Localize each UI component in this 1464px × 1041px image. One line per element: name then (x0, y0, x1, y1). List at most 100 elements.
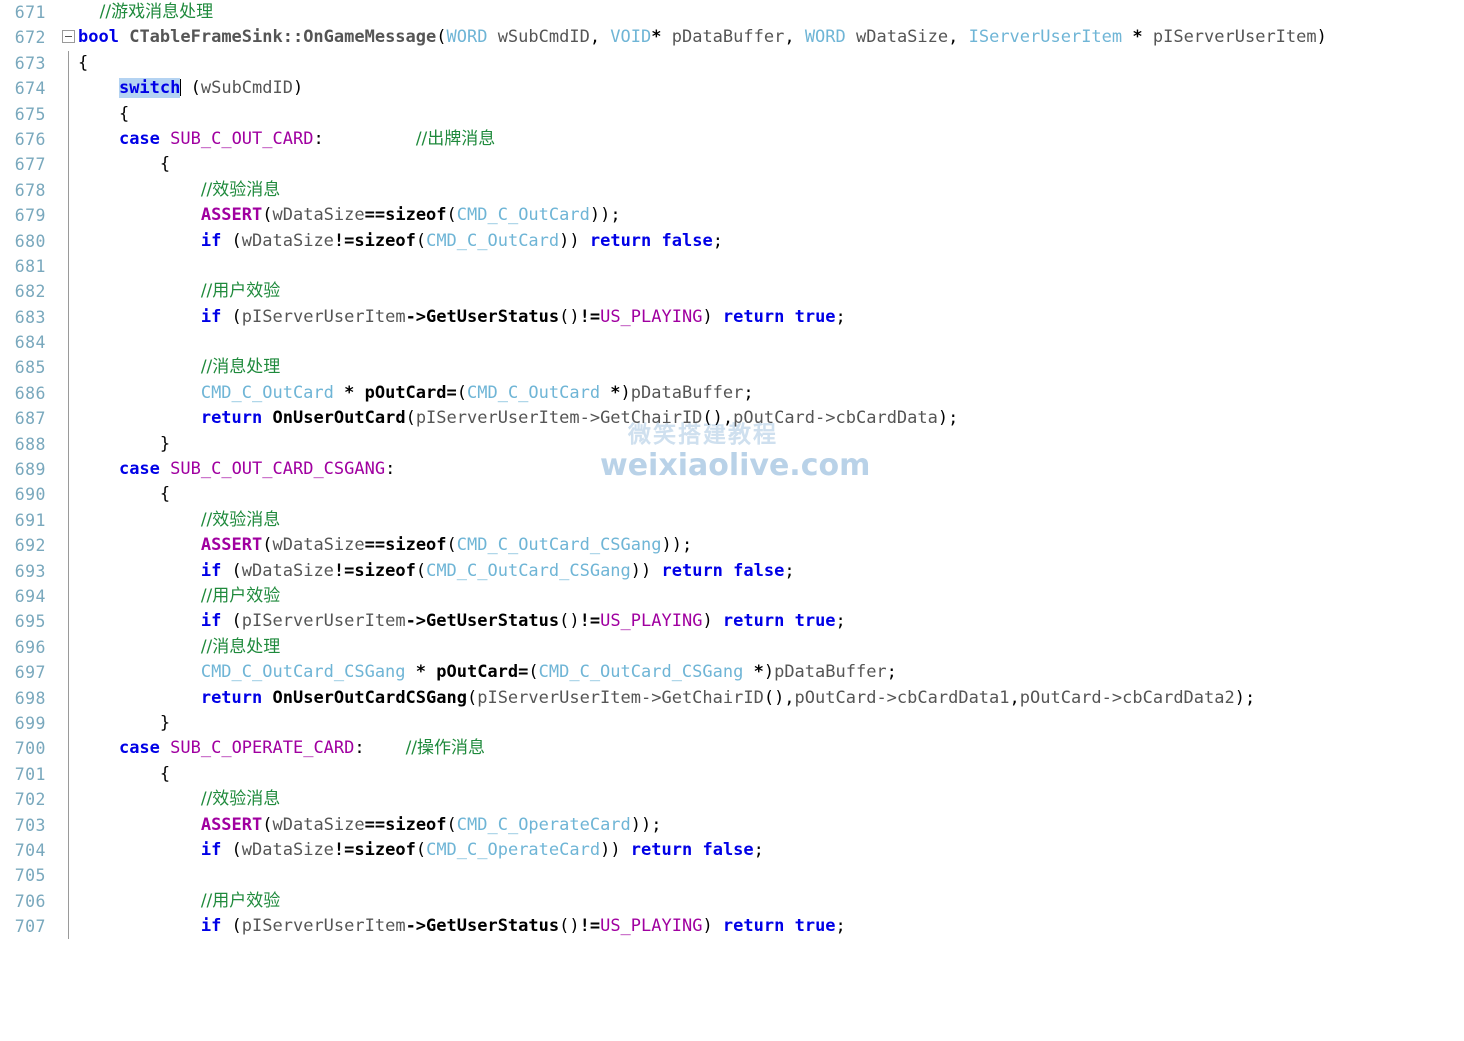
line-content[interactable]: //消息处理 (78, 635, 280, 660)
code-line[interactable]: 707 if (pIServerUserItem->GetUserStatus(… (0, 914, 1464, 940)
fold-margin[interactable] (60, 837, 76, 864)
fold-margin[interactable] (60, 685, 76, 711)
code-line[interactable]: 688 } (0, 431, 1464, 458)
code-line[interactable]: 684 (0, 330, 1464, 356)
code-line[interactable]: 673 { (0, 50, 1464, 77)
code-line[interactable]: 676 case SUB_C_OUT_CARD: //出牌消息 (0, 126, 1464, 153)
fold-margin[interactable] (60, 457, 76, 483)
fold-margin[interactable] (60, 304, 76, 331)
line-content[interactable]: ASSERT(wDataSize==sizeof(CMD_C_OutCard))… (78, 203, 621, 228)
line-content[interactable]: ASSERT(wDataSize==sizeof(CMD_C_OperateCa… (78, 813, 662, 838)
code-line[interactable]: 705 (0, 863, 1464, 889)
fold-margin[interactable] (60, 203, 76, 229)
code-line[interactable]: 685 //消息处理 (0, 355, 1464, 381)
line-content[interactable]: ASSERT(wDataSize==sizeof(CMD_C_OutCard_C… (78, 533, 692, 558)
code-line[interactable]: 681 (0, 253, 1464, 280)
line-content[interactable]: CMD_C_OutCard_CSGang * pOutCard=(CMD_C_O… (78, 660, 897, 685)
fold-margin[interactable] (60, 761, 76, 788)
fold-margin[interactable] (60, 507, 76, 534)
line-content[interactable]: //效验消息 (78, 508, 280, 533)
line-content[interactable]: case SUB_C_OPERATE_CARD: //操作消息 (78, 736, 485, 761)
code-line[interactable]: 672 bool CTableFrameSink::OnGameMessage(… (0, 25, 1464, 50)
fold-margin[interactable] (60, 101, 76, 127)
line-content[interactable]: if (pIServerUserItem->GetUserStatus()!=U… (78, 914, 846, 939)
line-content[interactable]: //消息处理 (78, 355, 280, 380)
line-content[interactable]: //效验消息 (78, 787, 280, 812)
fold-margin[interactable] (60, 152, 76, 178)
code-line[interactable]: 686 CMD_C_OutCard * pOutCard=(CMD_C_OutC… (0, 380, 1464, 407)
fold-margin[interactable] (60, 279, 76, 305)
fold-margin[interactable] (60, 787, 76, 813)
line-content[interactable]: { (78, 102, 129, 127)
line-content[interactable]: if (wDataSize!=sizeof(CMD_C_OperateCard)… (78, 838, 764, 863)
code-line[interactable]: 693 if (wDataSize!=sizeof(CMD_C_OutCard_… (0, 558, 1464, 584)
code-line[interactable]: 682 //用户效验 (0, 279, 1464, 305)
code-line[interactable]: 671 //游戏消息处理 (0, 0, 1464, 25)
fold-margin[interactable] (60, 50, 76, 77)
line-content[interactable]: return OnUserOutCardCSGang(pIServerUserI… (78, 686, 1255, 711)
fold-margin[interactable] (60, 533, 76, 559)
code-line[interactable]: 674 switch (wSubCmdID) (0, 76, 1464, 102)
line-content[interactable]: switch (wSubCmdID) (78, 76, 303, 101)
code-line[interactable]: 692 ASSERT(wDataSize==sizeof(CMD_C_OutCa… (0, 533, 1464, 559)
fold-margin[interactable] (60, 914, 76, 940)
code-line[interactable]: 675 { (0, 101, 1464, 127)
code-line[interactable]: 677 { (0, 152, 1464, 178)
line-content[interactable]: { (78, 482, 170, 507)
fold-margin[interactable] (60, 812, 76, 838)
line-content[interactable]: case SUB_C_OUT_CARD: //出牌消息 (78, 127, 495, 152)
fold-margin[interactable] (60, 228, 76, 254)
code-lines-container[interactable]: 671 //游戏消息处理 672 bool CTableFrameSink::O… (0, 0, 1464, 940)
code-line[interactable]: 702 //效验消息 (0, 787, 1464, 813)
fold-margin[interactable] (60, 380, 76, 407)
code-line[interactable]: 697 CMD_C_OutCard_CSGang * pOutCard=(CMD… (0, 660, 1464, 686)
line-content[interactable]: //效验消息 (78, 178, 280, 203)
code-line[interactable]: 694 //用户效验 (0, 583, 1464, 610)
code-line[interactable]: 680 if (wDataSize!=sizeof(CMD_C_OutCard)… (0, 228, 1464, 254)
code-line[interactable]: 699 } (0, 710, 1464, 737)
fold-minus-icon[interactable] (62, 30, 75, 44)
fold-margin[interactable] (60, 888, 76, 915)
fold-margin[interactable] (60, 609, 76, 635)
line-content[interactable]: case SUB_C_OUT_CARD_CSGANG: (78, 457, 395, 482)
line-content[interactable]: if (pIServerUserItem->GetUserStatus()!=U… (78, 609, 846, 634)
fold-margin[interactable] (60, 736, 76, 762)
fold-margin[interactable] (60, 76, 76, 102)
code-line[interactable]: 698 return OnUserOutCardCSGang(pIServerU… (0, 685, 1464, 711)
fold-margin[interactable] (60, 863, 76, 889)
line-content[interactable]: if (pIServerUserItem->GetUserStatus()!=U… (78, 305, 846, 330)
code-line[interactable]: 690 { (0, 482, 1464, 508)
line-content[interactable]: bool CTableFrameSink::OnGameMessage(WORD… (78, 25, 1327, 50)
fold-margin[interactable] (60, 482, 76, 508)
code-line[interactable]: 695 if (pIServerUserItem->GetUserStatus(… (0, 609, 1464, 635)
fold-margin[interactable] (60, 25, 76, 50)
fold-margin[interactable] (60, 0, 76, 25)
code-editor-viewport[interactable]: 微笑搭建教程 weixiaolive.com 671 //游戏消息处理 672 … (0, 0, 1464, 942)
fold-margin[interactable] (60, 583, 76, 610)
code-line[interactable]: 701 { (0, 761, 1464, 788)
code-line[interactable]: 678 //效验消息 (0, 177, 1464, 204)
fold-margin[interactable] (60, 330, 76, 356)
code-line[interactable]: 687 return OnUserOutCard(pIServerUserIte… (0, 406, 1464, 432)
fold-margin[interactable] (60, 558, 76, 584)
fold-margin[interactable] (60, 634, 76, 661)
line-content[interactable]: { (78, 762, 170, 787)
fold-margin[interactable] (60, 177, 76, 204)
line-content[interactable]: if (wDataSize!=sizeof(CMD_C_OutCard)) re… (78, 229, 723, 254)
code-line[interactable]: 706 //用户效验 (0, 888, 1464, 915)
code-line[interactable]: 696 //消息处理 (0, 634, 1464, 661)
line-content[interactable]: //用户效验 (78, 889, 280, 914)
fold-margin[interactable] (60, 253, 76, 280)
fold-margin[interactable] (60, 126, 76, 153)
code-line[interactable]: 689 case SUB_C_OUT_CARD_CSGANG: (0, 457, 1464, 483)
code-line[interactable]: 700 case SUB_C_OPERATE_CARD: //操作消息 (0, 736, 1464, 762)
line-content[interactable]: //用户效验 (78, 584, 280, 609)
line-content[interactable]: //用户效验 (78, 279, 280, 304)
line-content[interactable]: { (78, 152, 170, 177)
code-line[interactable]: 703 ASSERT(wDataSize==sizeof(CMD_C_Opera… (0, 812, 1464, 838)
line-content[interactable]: CMD_C_OutCard * pOutCard=(CMD_C_OutCard … (78, 381, 754, 406)
line-content[interactable]: } (78, 711, 170, 736)
fold-margin[interactable] (60, 710, 76, 737)
line-content[interactable]: if (wDataSize!=sizeof(CMD_C_OutCard_CSGa… (78, 559, 795, 584)
fold-margin[interactable] (60, 431, 76, 458)
